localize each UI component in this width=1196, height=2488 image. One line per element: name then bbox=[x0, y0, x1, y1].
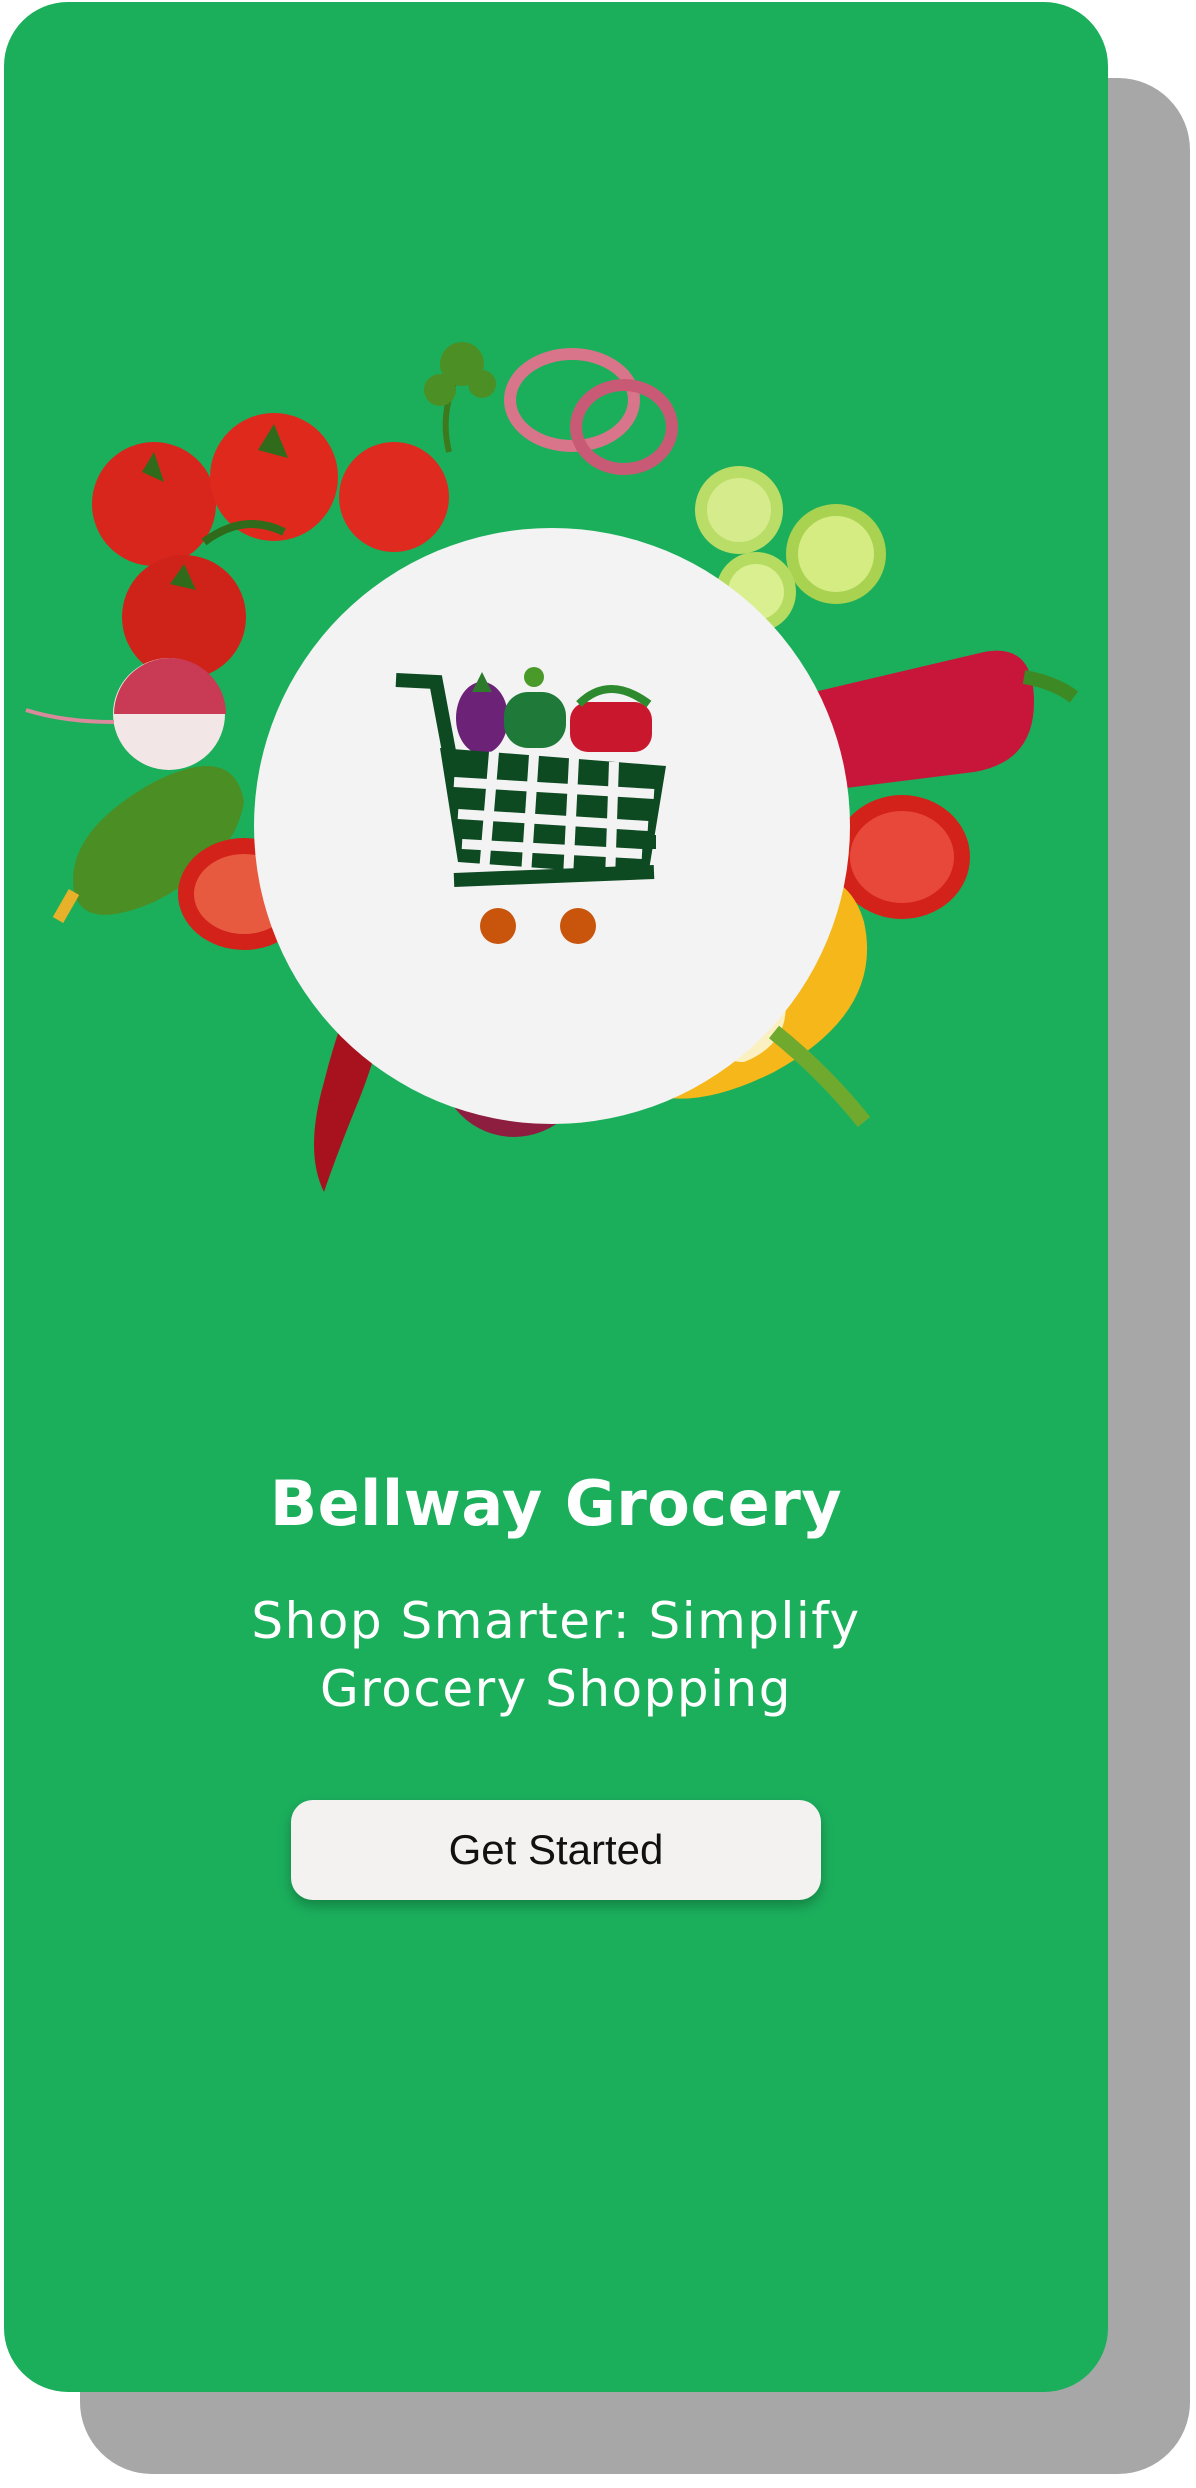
splash-screen: Bellway Grocery Shop Smarter: Simplify G… bbox=[4, 2, 1108, 2392]
onion-rings-icon bbox=[504, 348, 678, 475]
vegetable-wreath bbox=[25, 342, 1079, 1192]
hero-illustration bbox=[4, 332, 1108, 1332]
app-title: Bellway Grocery bbox=[269, 1467, 843, 1540]
get-started-button[interactable]: Get Started bbox=[291, 1800, 821, 1900]
parsley-icon bbox=[424, 342, 496, 453]
radish-icon bbox=[25, 658, 226, 770]
tagline: Shop Smarter: Simplify Grocery Shopping bbox=[251, 1592, 861, 1718]
